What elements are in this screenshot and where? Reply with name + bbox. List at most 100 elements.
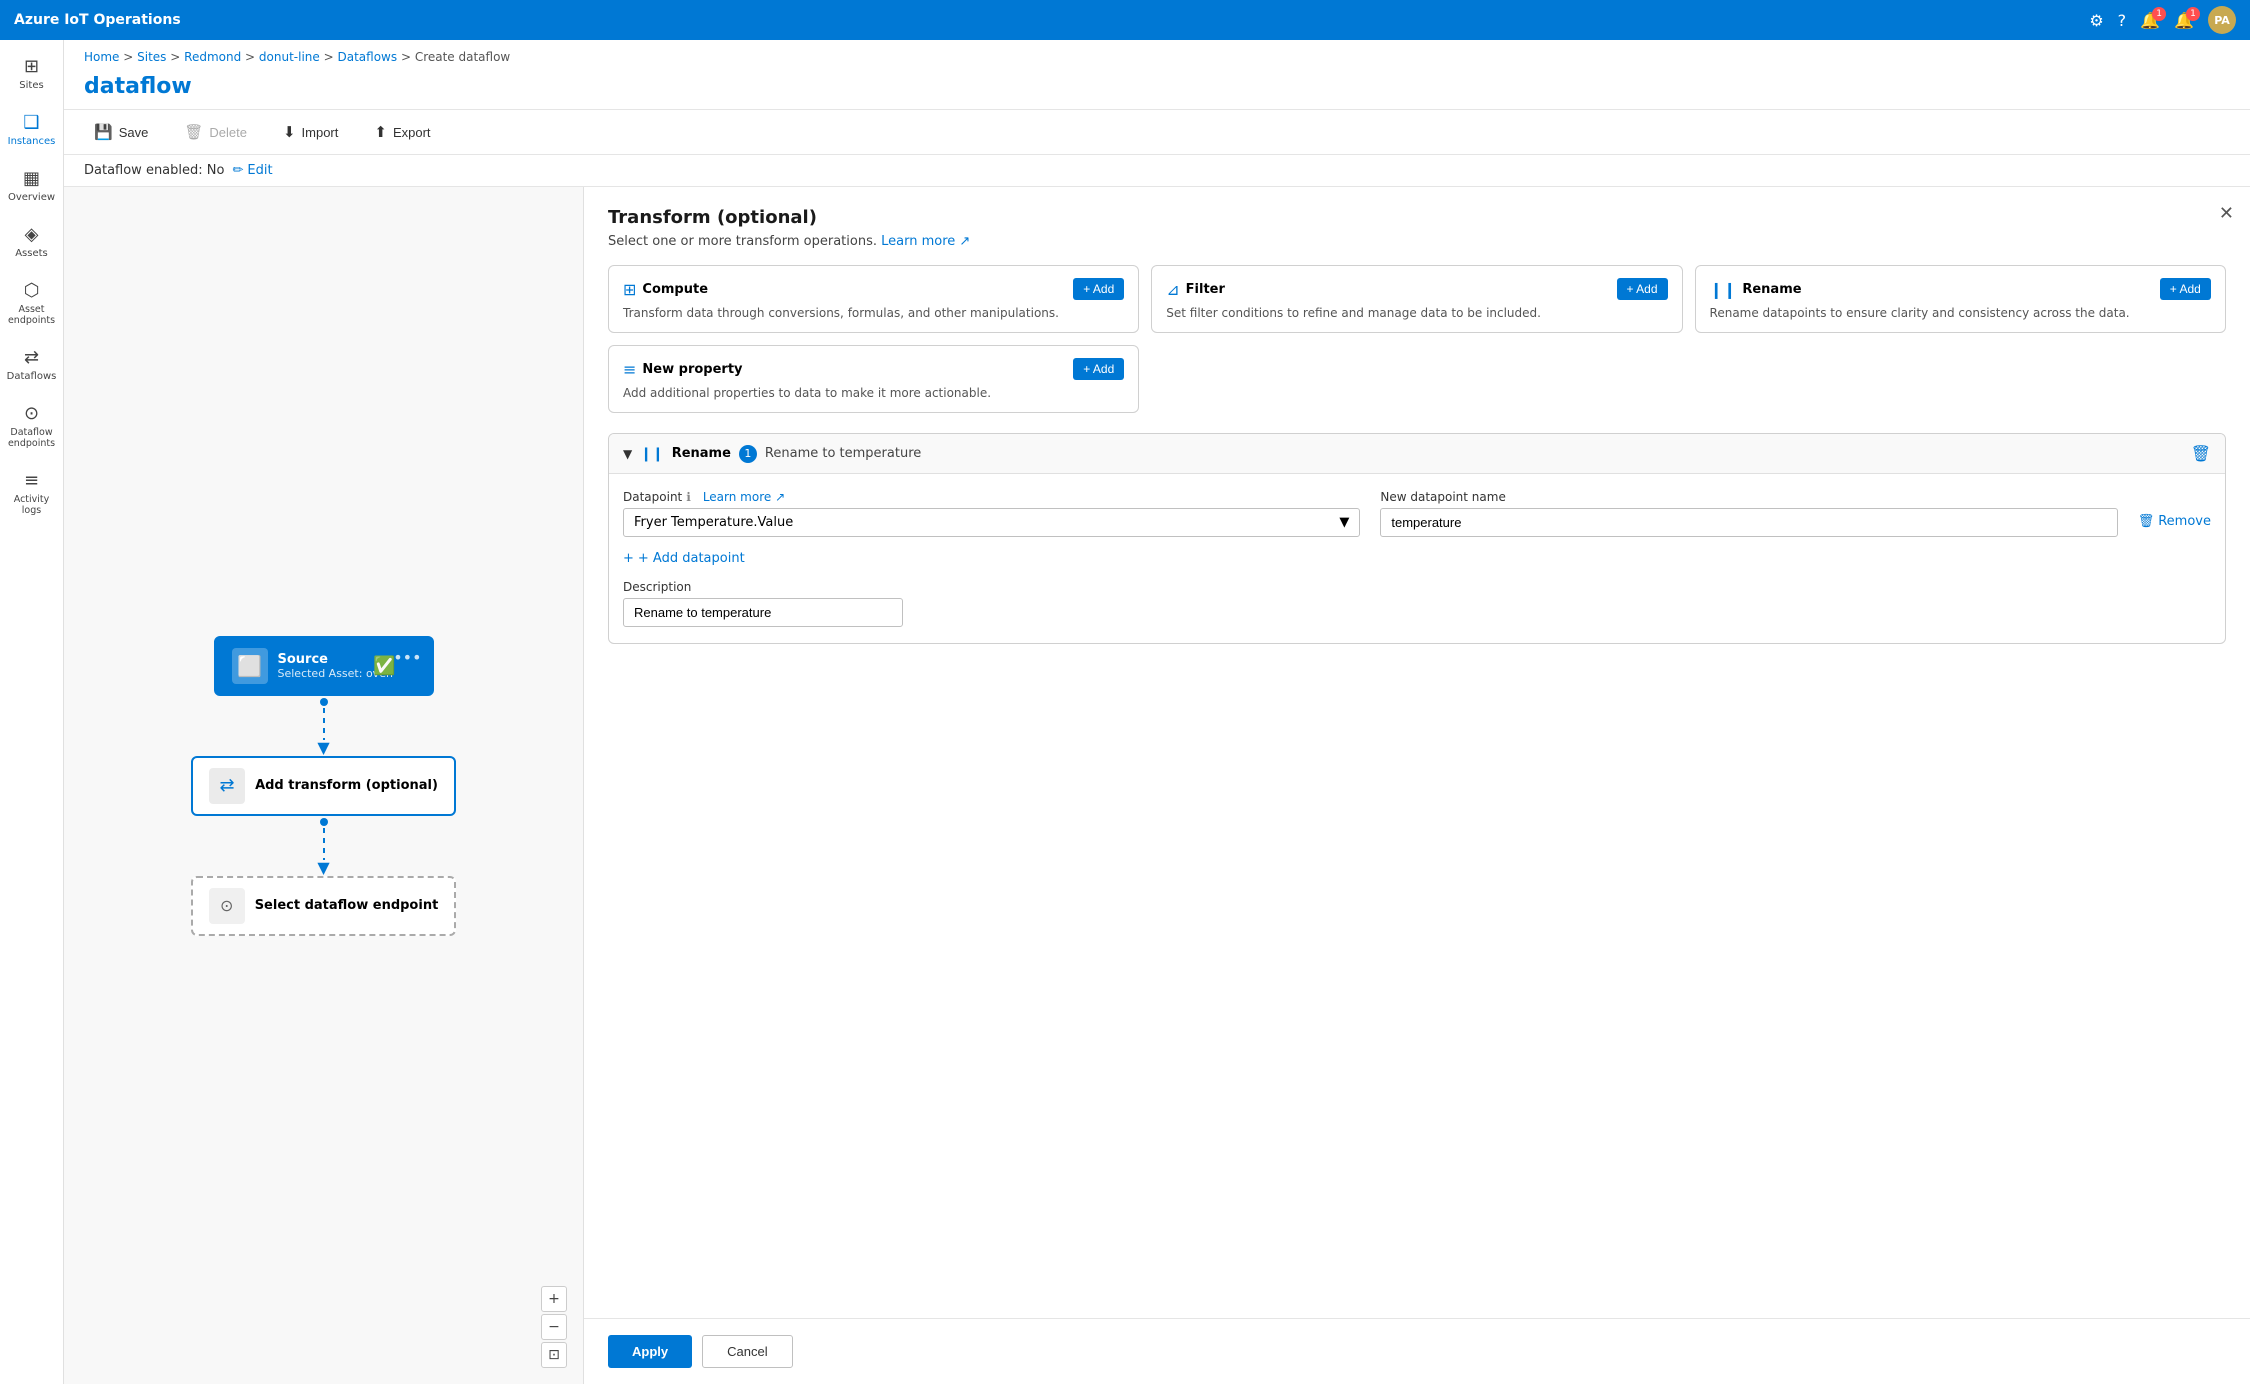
new-name-input[interactable] [1380,508,2117,537]
sidebar-item-dataflow-endpoints[interactable]: ⊙ Dataflow endpoints [4,395,60,458]
compute-desc: Transform data through conversions, form… [623,306,1124,320]
connector-1: ▼ [317,696,329,756]
datapoint-select[interactable]: Fryer Temperature.Value ▼ [623,508,1360,537]
breadcrumb-redmond[interactable]: Redmond [184,50,241,64]
sidebar-item-assets[interactable]: ◈ Assets [4,216,60,268]
remove-link[interactable]: 🗑 Remove [2138,514,2211,537]
connector-2: ▼ [317,816,329,876]
source-node: ⬜ Source Selected Asset: oven ••• ✅ [214,636,434,696]
datapoint-learn-more[interactable]: Learn more ↗ [703,490,785,504]
cube-icon: ⬜ [237,654,262,678]
endpoint-node: ⊙ Select dataflow endpoint [191,876,457,936]
right-panel: ✕ Transform (optional) Select one or mor… [584,187,2250,1318]
breadcrumb-donut-line[interactable]: donut-line [259,50,320,64]
sidebar-item-sites[interactable]: ⊞ Sites [4,48,60,100]
sidebar-label-overview: Overview [8,192,55,204]
notification-icon[interactable]: 🔔1 [2140,11,2160,30]
export-button[interactable]: ⬆ Export [364,118,440,146]
dataflow-endpoints-icon: ⊙ [24,403,39,424]
description-input[interactable] [623,598,903,627]
rename-section: ▼ ❙❙ Rename 1 Rename to temperature 🗑 [608,433,2226,644]
endpoint-title: Select dataflow endpoint [255,898,439,913]
panel-subtitle: Select one or more transform operations.… [608,234,2226,249]
new-property-add-button[interactable]: + Add [1073,358,1124,380]
sidebar-label-instances: Instances [8,136,56,148]
breadcrumb-dataflows[interactable]: Dataflows [337,50,397,64]
user-avatar[interactable]: PA [2208,6,2236,34]
learn-more-link-top[interactable]: Learn more ↗ [881,234,970,249]
description-group: Description [623,580,2211,627]
connector-arrow-2: ▼ [317,860,329,876]
sites-icon: ⊞ [24,56,39,77]
alert-icon[interactable]: 🔔1 [2174,11,2194,30]
sidebar-item-instances[interactable]: ❑ Instances [4,104,60,156]
breadcrumb-current: Create dataflow [415,50,510,64]
delete-button[interactable]: 🗑 Delete [174,118,257,146]
close-button[interactable]: ✕ [2219,203,2234,224]
plus-icon: + [623,551,634,566]
dataflow-status-label: Dataflow enabled: No [84,163,224,178]
sidebar-item-activity-logs[interactable]: ≡ Activity logs [4,462,60,525]
rename-section-icon: ❙❙ [640,446,663,462]
page-header: dataflow [64,68,2250,110]
endpoint-node-box[interactable]: ⊙ Select dataflow endpoint [191,876,457,936]
instances-icon: ❑ [23,112,39,133]
sidebar-item-dataflows[interactable]: ⇄ Dataflows [4,339,60,391]
cancel-button[interactable]: Cancel [702,1335,792,1368]
new-property-title: New property [642,362,742,377]
action-buttons: Apply Cancel [584,1318,2250,1384]
compute-card: ⊞ Compute + Add Transform data through c… [608,265,1139,333]
help-icon[interactable]: ? [2118,11,2127,30]
datapoint-form-row: Datapoint ℹ Learn more ↗ Fryer Temperatu… [623,490,2211,537]
filter-add-button[interactable]: + Add [1617,278,1668,300]
compute-add-button[interactable]: + Add [1073,278,1124,300]
endpoint-icon: ⊙ [220,896,233,915]
rename-body: Datapoint ℹ Learn more ↗ Fryer Temperatu… [609,474,2225,643]
rename-chevron-icon[interactable]: ▼ [623,447,632,461]
connector-dot-2 [320,818,328,826]
info-icon: ℹ [686,490,691,504]
canvas: ⬜ Source Selected Asset: oven ••• ✅ [64,187,584,1384]
right-panel-container: ✕ Transform (optional) Select one or mor… [584,187,2250,1384]
transform-cards: ⊞ Compute + Add Transform data through c… [608,265,2226,413]
transform-icon: ⇄ [220,775,235,796]
transform-icon-box: ⇄ [209,768,245,804]
sidebar-label-dataflow-endpoints: Dataflow endpoints [8,427,56,450]
dataflow-status-bar: Dataflow enabled: No ✏ Edit [64,155,2250,187]
sidebar: ⊞ Sites ❑ Instances ▦ Overview ◈ Assets … [0,40,64,1384]
zoom-out-button[interactable]: − [541,1314,567,1340]
add-datapoint-link[interactable]: + + Add datapoint [623,551,2211,566]
rename-section-label: Rename [672,446,731,461]
notification-badge: 1 [2152,7,2166,21]
rename-card-desc: Rename datapoints to ensure clarity and … [1710,306,2211,320]
apply-button[interactable]: Apply [608,1335,692,1368]
settings-icon[interactable]: ⚙ [2089,11,2103,30]
zoom-in-button[interactable]: + [541,1286,567,1312]
connector-line-1 [323,708,325,740]
sidebar-label-sites: Sites [19,80,43,92]
fit-view-button[interactable]: ⊡ [541,1342,567,1368]
save-button[interactable]: 💾 Save [84,118,158,146]
import-button[interactable]: ⬇ Import [273,118,348,146]
sidebar-item-asset-endpoints[interactable]: ⬡ Asset endpoints [4,272,60,335]
export-icon: ⬆ [374,123,387,141]
canvas-panel-area: ⬜ Source Selected Asset: oven ••• ✅ [64,187,2250,1384]
breadcrumb-home[interactable]: Home [84,50,119,64]
source-dots-icon[interactable]: ••• [393,648,421,667]
sidebar-label-dataflows: Dataflows [7,371,57,383]
endpoint-icon-box: ⊙ [209,888,245,924]
toolbar: 💾 Save 🗑 Delete ⬇ Import ⬆ Export [64,110,2250,155]
rename-add-button[interactable]: + Add [2160,278,2211,300]
nav-icons: ⚙ ? 🔔1 🔔1 PA [2089,6,2236,34]
save-icon: 💾 [94,123,113,141]
rename-delete-icon[interactable]: 🗑 [2191,444,2211,463]
sidebar-item-overview[interactable]: ▦ Overview [4,160,60,212]
transform-node-box[interactable]: ⇄ Add transform (optional) [191,756,456,816]
source-check-icon: ✅ [373,655,395,676]
source-node-box[interactable]: ⬜ Source Selected Asset: oven ••• ✅ [214,636,434,696]
top-nav: Azure IoT Operations ⚙ ? 🔔1 🔔1 PA [0,0,2250,40]
edit-link[interactable]: ✏ Edit [232,163,272,178]
main-layout: ⊞ Sites ❑ Instances ▦ Overview ◈ Assets … [0,40,2250,1384]
canvas-controls: + − ⊡ [541,1286,567,1368]
breadcrumb-sites[interactable]: Sites [137,50,166,64]
